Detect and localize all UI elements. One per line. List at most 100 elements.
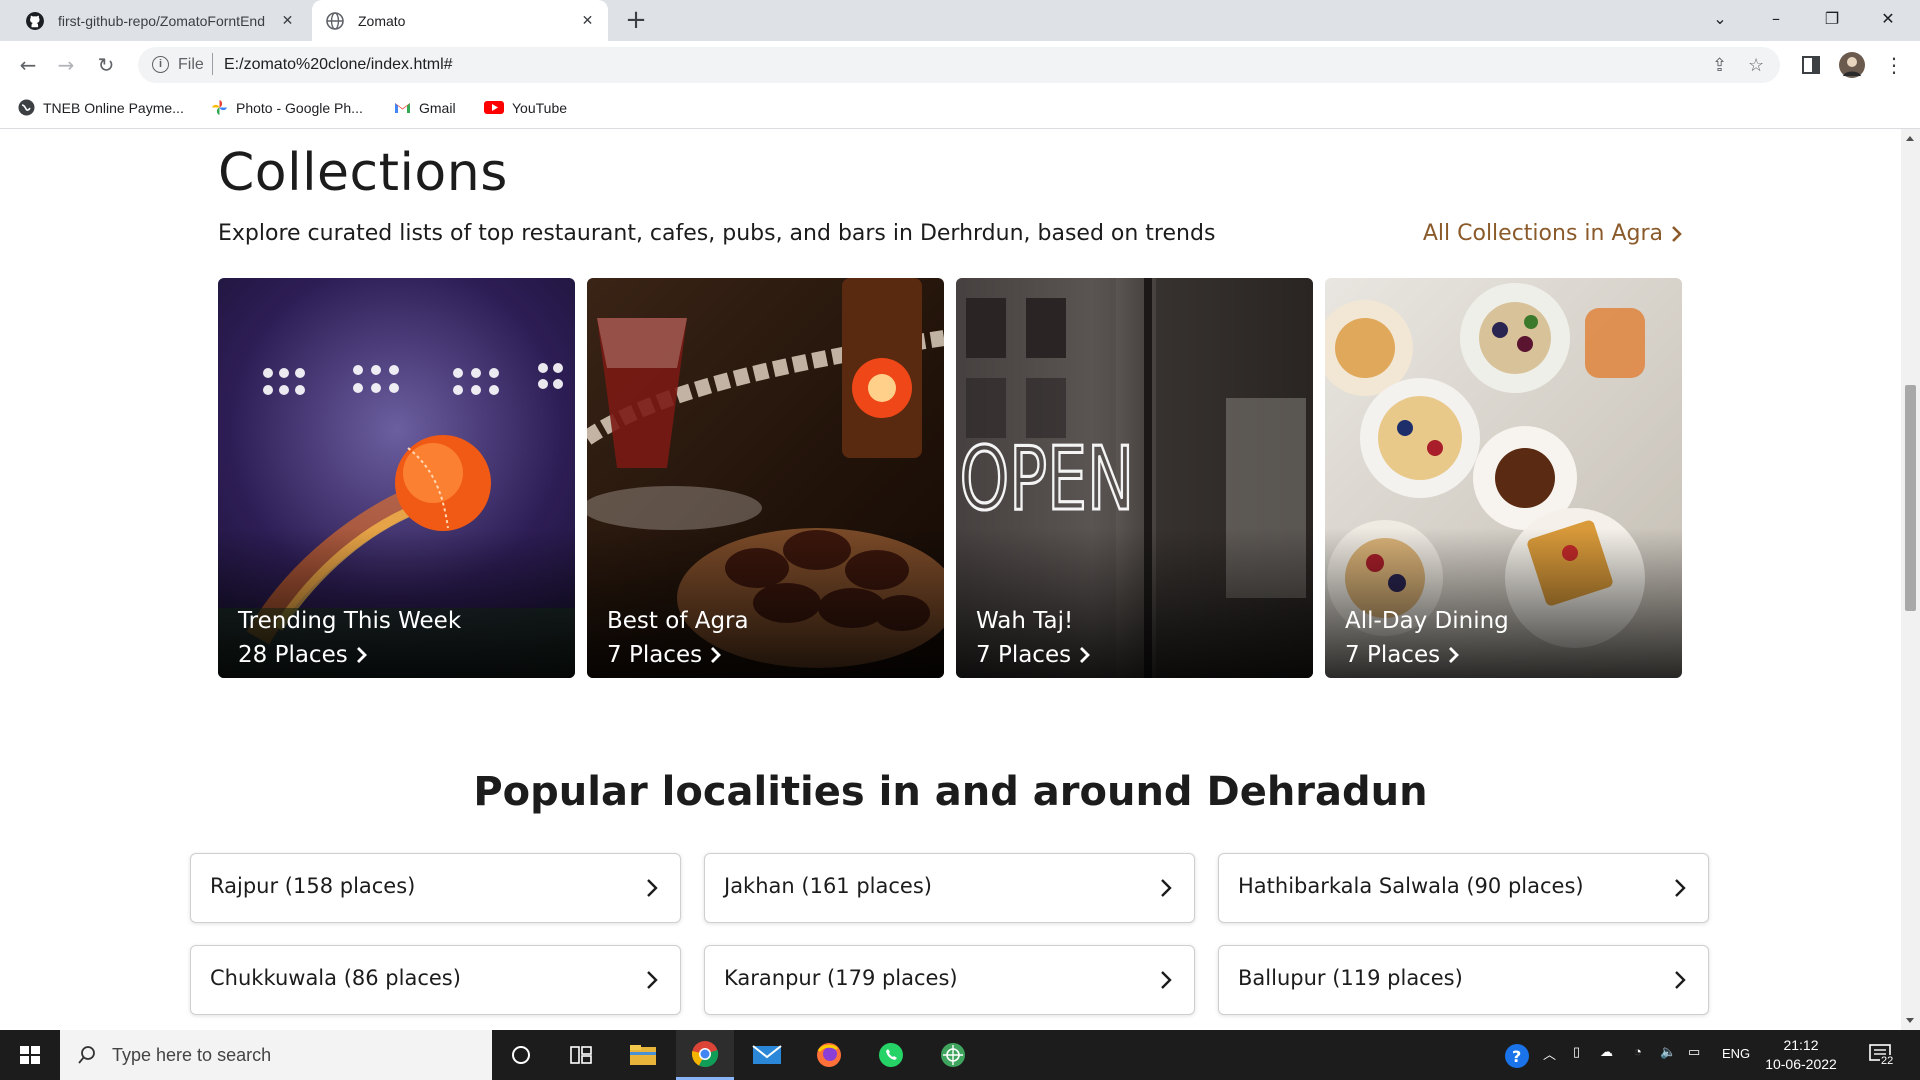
collection-card-count: 7 Places: [976, 642, 1091, 668]
chevron-right-icon: [711, 647, 722, 663]
bookmark-label: TNEB Online Payme...: [43, 99, 184, 116]
page-scrollbar[interactable]: [1901, 129, 1920, 1030]
bookmark-gmail[interactable]: Gmail: [394, 99, 456, 116]
bookmark-youtube[interactable]: YouTube: [484, 99, 567, 116]
locality-label: Rajpur (158 places): [210, 874, 416, 898]
bookmark-label: YouTube: [512, 99, 568, 116]
notifications-icon[interactable]: 22: [1868, 1042, 1895, 1068]
chevron-right-icon: [1675, 879, 1686, 897]
chevron-right-icon: [356, 647, 367, 663]
device-icon[interactable]: ▯: [1573, 1044, 1580, 1060]
locality-card[interactable]: Jakhan (161 places): [704, 853, 1195, 923]
tab-zomato[interactable]: Zomato ✕: [312, 0, 608, 41]
bookmark-star-icon[interactable]: ☆: [1748, 55, 1764, 76]
onedrive-icon[interactable]: ☁: [1600, 1044, 1613, 1060]
locality-label: Karanpur (179 places): [724, 966, 958, 990]
mail-icon[interactable]: [738, 1030, 796, 1080]
chevron-right-icon: [1080, 647, 1091, 663]
bookmark-google-photos[interactable]: Photo - Google Ph...: [211, 99, 363, 116]
collection-card-count: 7 Places: [1345, 642, 1460, 668]
tab-search-icon[interactable]: ⌄: [1692, 0, 1748, 41]
collection-card-title: All-Day Dining: [1345, 608, 1509, 634]
share-icon[interactable]: ⇪: [1712, 55, 1727, 76]
popular-title-city: Dehradun: [1206, 769, 1428, 815]
url-scheme: File: [178, 56, 204, 73]
globe-icon: [326, 11, 344, 30]
globe-icon: [18, 99, 35, 116]
whatsapp-icon[interactable]: [862, 1030, 920, 1080]
locality-card[interactable]: Karanpur (179 places): [704, 945, 1195, 1015]
back-icon[interactable]: ←: [14, 51, 42, 79]
github-icon: [26, 11, 44, 30]
collection-card-trending[interactable]: Trending This Week 28 Places: [218, 278, 575, 678]
cortana-icon[interactable]: [492, 1030, 550, 1080]
help-icon[interactable]: ?: [1504, 1043, 1530, 1069]
collection-card-count-label: 7 Places: [1345, 642, 1441, 668]
collection-card-all-day-dining[interactable]: All-Day Dining 7 Places: [1325, 278, 1682, 678]
forward-icon[interactable]: →: [52, 51, 80, 79]
minimize-button[interactable]: –: [1748, 0, 1804, 41]
app-icon[interactable]: [924, 1030, 982, 1080]
side-panel-icon[interactable]: [1802, 56, 1820, 74]
locality-label: Chukkuwala (86 places): [210, 966, 461, 990]
scroll-up-icon[interactable]: [1906, 136, 1914, 141]
taskbar-search-box[interactable]: Type here to search: [60, 1030, 492, 1080]
menu-dots-icon[interactable]: ⋮: [1880, 51, 1908, 79]
close-tab-icon[interactable]: ✕: [279, 12, 296, 29]
tab-github[interactable]: first-github-repo/ZomatoForntEnd ✕: [12, 0, 308, 41]
clock-date: 10-06-2022: [1765, 1056, 1837, 1072]
google-photos-icon: [212, 100, 227, 115]
chevron-right-icon: [647, 971, 658, 989]
close-tab-icon[interactable]: ✕: [579, 12, 596, 29]
scrollbar-thumb[interactable]: [1905, 385, 1916, 611]
firefox-icon[interactable]: [800, 1030, 858, 1080]
collection-card-count-label: 28 Places: [238, 642, 348, 668]
chevron-right-icon: [1675, 971, 1686, 989]
volume-icon[interactable]: 🔈: [1660, 1044, 1676, 1060]
locality-card[interactable]: Chukkuwala (86 places): [190, 945, 681, 1015]
info-icon[interactable]: i: [152, 56, 169, 73]
collections-subtitle: Explore curated lists of top restaurant,…: [218, 221, 1216, 246]
scroll-down-icon[interactable]: [1906, 1018, 1914, 1023]
collection-card-wah-taj[interactable]: OPEN Wah Taj! 7 Places: [956, 278, 1313, 678]
bookmark-tneb[interactable]: TNEB Online Payme...: [18, 99, 184, 116]
chevron-right-icon: [647, 879, 658, 897]
tab-strip: first-github-repo/ZomatoForntEnd ✕ Zomat…: [0, 0, 1920, 41]
collection-card-title: Trending This Week: [238, 608, 462, 634]
youtube-icon: [484, 101, 504, 114]
locality-card[interactable]: Ballupur (119 places): [1218, 945, 1709, 1015]
file-explorer-icon[interactable]: [614, 1030, 672, 1080]
collection-card-count-label: 7 Places: [976, 642, 1072, 668]
svg-text:OPEN: OPEN: [960, 428, 1134, 530]
battery-icon[interactable]: ▭: [1688, 1044, 1700, 1060]
profile-avatar[interactable]: [1839, 52, 1865, 78]
chevron-up-icon[interactable]: ︿: [1543, 1044, 1556, 1063]
collection-card-count: 28 Places: [238, 642, 368, 668]
reload-icon[interactable]: ↻: [92, 51, 120, 79]
new-tab-button[interactable]: +: [622, 7, 650, 35]
collection-card-count-label: 7 Places: [607, 642, 703, 668]
locality-card[interactable]: Hathibarkala Salwala (90 places): [1218, 853, 1709, 923]
chevron-right-icon: [1672, 225, 1682, 242]
chrome-icon[interactable]: [676, 1030, 734, 1080]
task-view-icon[interactable]: [552, 1030, 610, 1080]
url-text[interactable]: E:/zomato%20clone/index.html#: [224, 56, 453, 74]
page-viewport: Collections Explore curated lists of top…: [0, 129, 1901, 1030]
collection-card-title: Best of Agra: [607, 608, 749, 634]
collection-card-best-of-agra[interactable]: Best of Agra 7 Places: [587, 278, 944, 678]
chevron-right-icon: [1161, 971, 1172, 989]
windows-start-icon[interactable]: [0, 1030, 60, 1080]
language-indicator[interactable]: ENG: [1722, 1046, 1750, 1061]
restore-button[interactable]: ❐: [1804, 0, 1860, 41]
close-window-button[interactable]: ✕: [1860, 0, 1916, 41]
locality-card[interactable]: Rajpur (158 places): [190, 853, 681, 923]
bookmark-label: Gmail: [419, 99, 456, 116]
taskbar-search-placeholder: Type here to search: [112, 1044, 272, 1065]
locality-label: Ballupur (119 places): [1238, 966, 1463, 990]
clock[interactable]: 21:12 10-06-2022: [1756, 1036, 1846, 1074]
all-collections-link[interactable]: All Collections in Agra: [1423, 221, 1683, 246]
address-bar[interactable]: i File E:/zomato%20clone/index.html# ⇪ ☆: [138, 47, 1780, 83]
toolbar: ← → ↻ i File E:/zomato%20clone/index.htm…: [0, 41, 1920, 89]
tab-title: Zomato: [358, 12, 406, 29]
wifi-icon[interactable]: ◔: [1634, 1044, 1642, 1059]
